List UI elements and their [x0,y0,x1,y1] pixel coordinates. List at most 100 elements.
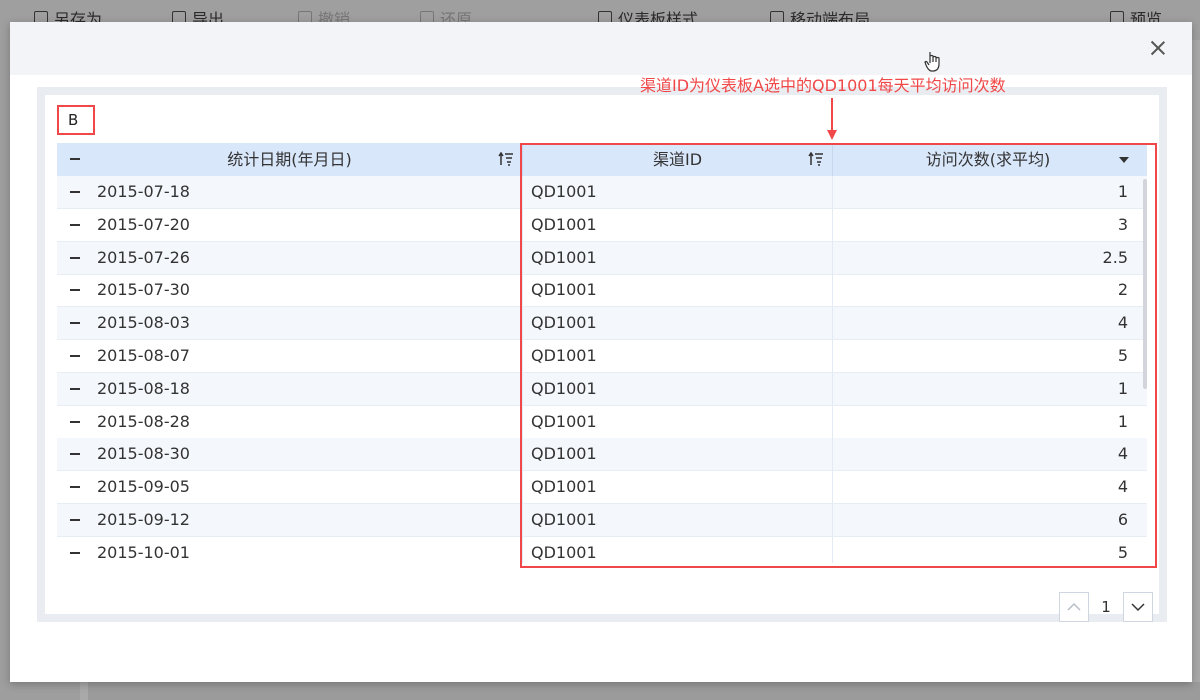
visits-cell: 4 [1117,477,1128,497]
channel-cell: QD1001 [523,372,833,405]
collapse-icon[interactable] [67,414,83,430]
chevron-down-icon [1131,603,1145,612]
date-value: 2015-07-20 [97,214,190,234]
hand-cursor-icon [924,52,940,72]
date-cell: 2015-08-07 [57,340,523,372]
table-row: 2015-09-05 QD1001 4 [57,471,1147,505]
visits-cell: 2 [1117,280,1128,300]
table-header: 统计日期(年月日) 渠道ID 访问次数(求平均) [57,143,1147,176]
chevron-up-icon [1067,602,1081,611]
channel-cell: QD1001 [523,504,833,536]
date-cell: 2015-07-30 [57,274,523,307]
collapse-icon[interactable] [67,446,83,462]
dialog-header [10,22,1192,75]
date-cell: 2015-10-01 [57,536,523,563]
collapse-icon[interactable] [67,315,83,331]
date-cell: 2015-07-20 [57,208,523,241]
column-header-channel-label: 渠道ID [652,150,703,169]
date-cell: 2015-07-18 [57,176,523,208]
date-cell: 2015-07-26 [57,241,523,274]
table-row: 2015-08-03 QD1001 4 [57,307,1147,341]
date-value: 2015-08-07 [97,346,190,365]
close-icon[interactable] [1148,38,1168,58]
arrow-down-icon [827,98,837,140]
page-down-button[interactable] [1123,592,1153,622]
table-row: 2015-07-30 QD1001 2 [57,274,1147,308]
collapse-icon[interactable] [67,381,83,397]
collapse-icon[interactable] [67,348,83,364]
channel-cell: QD1001 [523,208,833,241]
visits-cell: 6 [1117,510,1128,529]
date-value: 2015-07-26 [97,247,190,267]
date-value: 2015-10-01 [97,542,190,562]
channel-cell: QD1001 [523,405,833,438]
background-canvas [88,682,1200,700]
visits-cell: 1 [1117,411,1128,431]
visits-cell: 4 [1117,313,1128,333]
page-number: 1 [1101,598,1111,616]
widget-panel: B 统计日期(年月日) 渠道ID 访问次数(求平均) 2015-07-18 QD… [37,87,1167,622]
dropdown-icon[interactable] [1119,157,1129,163]
date-value: 2015-09-05 [97,477,190,497]
table-row: 2015-10-01 QD1001 5 [57,536,1147,563]
date-cell: 2015-08-30 [57,438,523,471]
column-header-date[interactable]: 统计日期(年月日) [57,143,523,176]
collapse-icon[interactable] [67,151,83,167]
channel-cell: QD1001 [523,340,833,372]
column-header-channel[interactable]: 渠道ID [523,143,833,176]
table-row: 2015-08-07 QD1001 5 [57,340,1147,373]
collapse-icon[interactable] [67,545,83,561]
table-row: 2015-08-18 QD1001 1 [57,372,1147,406]
column-header-date-label: 统计日期(年月日) [227,150,352,169]
visits-cell: 3 [1117,214,1128,234]
date-value: 2015-09-12 [97,510,190,529]
table-row: 2015-08-30 QD1001 4 [57,438,1147,472]
sort-icon[interactable] [498,152,514,166]
collapse-icon[interactable] [67,512,83,528]
date-cell: 2015-09-12 [57,504,523,536]
page-up-button[interactable] [1059,592,1089,622]
widget-content: B 统计日期(年月日) 渠道ID 访问次数(求平均) 2015-07-18 QD… [45,95,1159,622]
collapse-icon[interactable] [67,282,83,298]
date-cell: 2015-09-05 [57,471,523,504]
sort-icon[interactable] [808,152,824,166]
date-cell: 2015-08-03 [57,307,523,340]
date-value: 2015-07-18 [97,182,190,201]
table-row: 2015-08-28 QD1001 1 [57,405,1147,439]
channel-cell: QD1001 [523,471,833,504]
date-cell: 2015-08-18 [57,372,523,405]
channel-cell: QD1001 [523,438,833,471]
channel-cell: QD1001 [523,274,833,307]
date-value: 2015-08-30 [97,444,190,464]
table-row: 2015-07-26 QD1001 2.5 [57,241,1147,275]
vertical-scrollbar[interactable] [1143,179,1147,389]
collapse-icon[interactable] [67,184,83,200]
date-value: 2015-08-28 [97,411,190,431]
collapse-icon[interactable] [67,250,83,266]
data-table: 统计日期(年月日) 渠道ID 访问次数(求平均) 2015-07-18 QD10… [57,143,1147,563]
column-header-visits[interactable]: 访问次数(求平均) [833,143,1143,176]
widget-title: B [57,105,95,135]
visits-cell: 2.5 [1102,247,1128,267]
table-row: 2015-07-18 QD1001 1 [57,176,1147,209]
channel-cell: QD1001 [523,176,833,208]
date-value: 2015-08-18 [97,378,190,398]
annotation-text: 渠道ID为仪表板A选中的QD1001每天平均访问次数 [640,76,1006,95]
date-cell: 2015-08-28 [57,405,523,438]
visits-cell: 4 [1117,444,1128,464]
date-value: 2015-08-03 [97,313,190,333]
table-row: 2015-09-12 QD1001 6 [57,504,1147,537]
channel-cell: QD1001 [523,241,833,274]
collapse-icon[interactable] [67,479,83,495]
visits-cell: 5 [1117,346,1128,365]
channel-cell: QD1001 [523,307,833,340]
visits-cell: 5 [1117,542,1128,562]
table-row: 2015-07-20 QD1001 3 [57,208,1147,242]
visits-cell: 1 [1117,378,1128,398]
widget-detail-dialog: B 统计日期(年月日) 渠道ID 访问次数(求平均) 2015-07-18 QD… [10,22,1192,682]
visits-cell: 1 [1117,182,1128,201]
column-header-visits-label: 访问次数(求平均) [925,150,1051,169]
collapse-icon[interactable] [67,217,83,233]
channel-cell: QD1001 [523,536,833,563]
date-value: 2015-07-30 [97,280,190,300]
